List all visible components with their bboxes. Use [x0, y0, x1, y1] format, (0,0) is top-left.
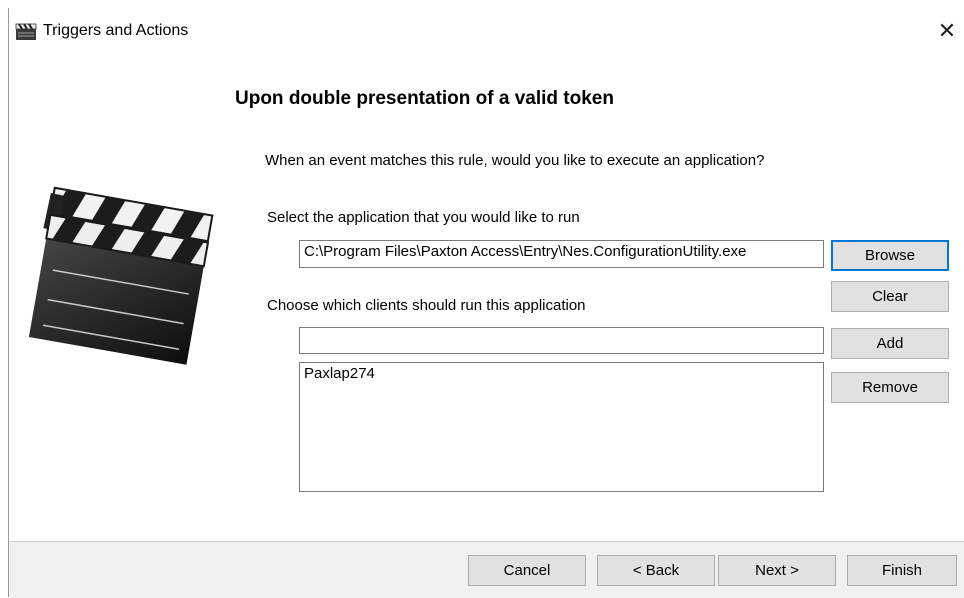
select-application-label: Select the application that you would li… — [267, 209, 580, 226]
list-item[interactable]: Paxlap274 — [304, 365, 823, 382]
window-title: Triggers and Actions — [43, 22, 189, 39]
title-bar: Triggers and Actions ✕ — [9, 8, 964, 50]
add-button[interactable]: Add — [831, 328, 949, 359]
next-button[interactable]: Next > — [718, 555, 836, 586]
client-name-input[interactable] — [299, 327, 824, 354]
browse-button[interactable]: Browse — [831, 240, 949, 271]
cancel-button[interactable]: Cancel — [468, 555, 586, 586]
clear-button[interactable]: Clear — [831, 281, 949, 312]
clients-label: Choose which clients should run this app… — [267, 297, 586, 314]
wizard-window: Triggers and Actions ✕ Upon double prese… — [8, 8, 964, 598]
remove-button[interactable]: Remove — [831, 372, 949, 403]
clapperboard-icon — [28, 186, 214, 365]
back-button[interactable]: < Back — [597, 555, 715, 586]
page-heading: Upon double presentation of a valid toke… — [235, 88, 614, 109]
question-text: When an event matches this rule, would y… — [265, 152, 765, 169]
clients-list[interactable]: Paxlap274 — [299, 362, 824, 492]
close-button[interactable]: ✕ — [930, 14, 964, 48]
application-path-field[interactable]: C:\Program Files\Paxton Access\Entry\Nes… — [299, 240, 824, 268]
finish-button[interactable]: Finish — [847, 555, 957, 586]
clapperboard-icon — [15, 23, 37, 40]
button-bar: Cancel < Back Next > Finish — [9, 541, 964, 598]
close-icon: ✕ — [937, 18, 957, 43]
